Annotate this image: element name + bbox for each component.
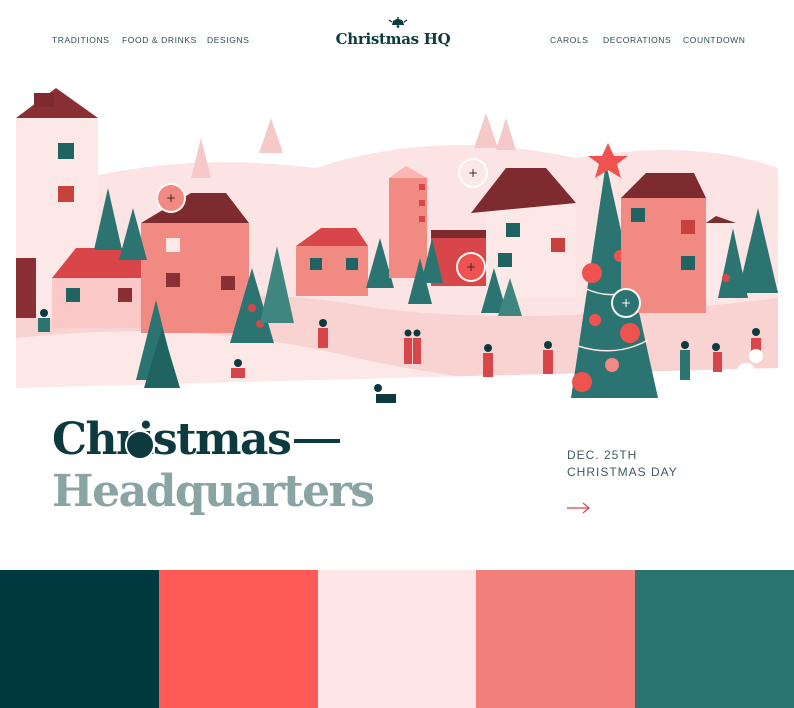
event-info: DEC. 25TH CHRISTMAS DAY [567,447,678,481]
event-date: DEC. 25TH [567,448,638,462]
nav-link-decorations[interactable]: DECORATIONS [603,35,671,45]
palette-swatch-pale-pink [317,570,477,708]
top-navigation: TRADITIONS FOOD & DRINKS DESIGNS Christm… [0,0,794,80]
color-palette [0,570,794,708]
event-name: CHRISTMAS DAY [567,465,678,479]
hotspot-1[interactable]: + [156,183,186,213]
nav-link-countdown[interactable]: COUNTDOWN [683,35,746,45]
nav-link-traditions[interactable]: TRADITIONS [52,35,109,45]
plus-icon: + [620,296,632,310]
palette-swatch-salmon [476,570,636,708]
nav-link-food-drinks[interactable]: FOOD & DRINKS [122,35,197,45]
headline-line-2: Headquarters [52,466,375,517]
plus-icon: + [165,191,177,205]
palette-swatch-coral-red [158,570,318,708]
hotspot-3[interactable]: + [456,252,486,282]
arrow-right-icon[interactable] [567,501,591,515]
site-logo[interactable]: Christmas HQ [336,16,453,48]
plus-icon: + [467,166,479,180]
palette-swatch-dark-teal [0,570,159,708]
plus-icon: + [465,260,477,274]
hero-illustration: + + + + [16,88,778,418]
em-dash [294,438,341,443]
logo-text: Christmas HQ [335,30,451,48]
hotspot-2[interactable]: + [458,158,488,188]
nav-link-designs[interactable]: DESIGNS [207,35,249,45]
hero-headline: Christmas Headquarters [52,414,375,518]
hotspot-headline[interactable] [125,430,155,460]
palette-swatch-green-teal [635,570,794,708]
bell-icon [388,17,408,28]
christmas-village-illustration [16,88,778,418]
nav-link-carols[interactable]: CAROLS [550,35,589,45]
headline-line-1: Christmas [52,414,374,466]
hotspot-4[interactable]: + [611,288,641,318]
